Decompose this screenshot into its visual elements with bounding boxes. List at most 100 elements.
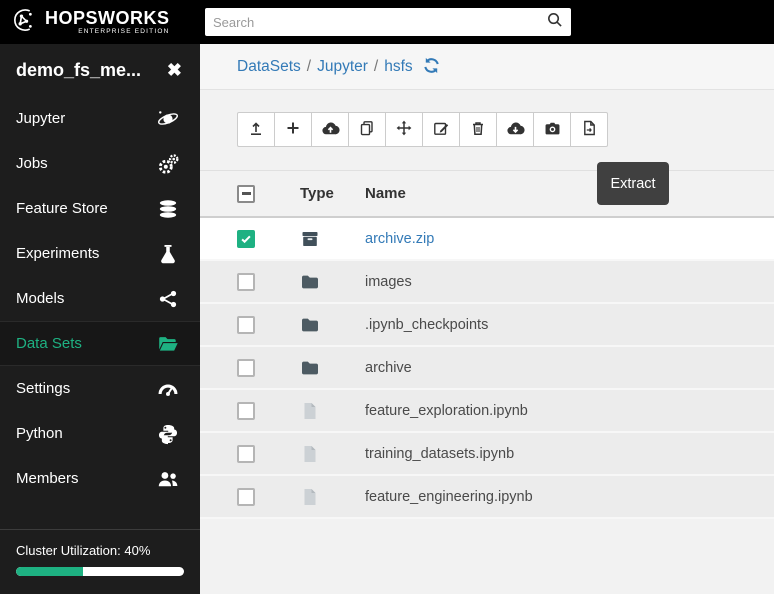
breadcrumb-separator: / xyxy=(307,58,311,76)
cluster-utilization: Cluster Utilization: 40% xyxy=(0,529,200,594)
row-checkbox[interactable] xyxy=(237,273,255,291)
breadcrumb-separator: / xyxy=(374,58,378,76)
file-name-link[interactable]: archive.zip xyxy=(365,231,434,247)
sidebar-item-label: Data Sets xyxy=(16,335,82,352)
jupyter-icon xyxy=(156,107,180,131)
refresh-icon xyxy=(422,56,441,78)
file-toolbar xyxy=(237,112,607,147)
row-checkbox[interactable] xyxy=(237,445,255,463)
edit-button[interactable] xyxy=(422,112,460,147)
file-name[interactable]: feature_exploration.ipynb xyxy=(365,403,528,419)
folder-icon xyxy=(300,358,365,378)
gauge-icon xyxy=(156,377,180,401)
create-new-button[interactable] xyxy=(274,112,312,147)
convert-file-button[interactable] xyxy=(570,112,608,147)
delete-button[interactable] xyxy=(459,112,497,147)
table-header: Type Name xyxy=(200,170,774,218)
convert-file-icon xyxy=(580,119,598,140)
search-input[interactable] xyxy=(213,15,546,30)
sidebar-item-label: Feature Store xyxy=(16,200,108,217)
move-icon xyxy=(395,119,413,140)
cloud-download-button[interactable] xyxy=(496,112,534,147)
file-name[interactable]: .ipynb_checkpoints xyxy=(365,317,488,333)
refresh-button[interactable] xyxy=(422,57,442,77)
folder-icon xyxy=(300,315,365,335)
people-icon xyxy=(156,467,180,491)
folder-icon xyxy=(300,272,365,292)
close-project-icon[interactable]: ✖ xyxy=(167,60,182,81)
sidebar-item-label: Models xyxy=(16,290,64,307)
sidebar-item-experiments[interactable]: Experiments xyxy=(0,231,200,276)
file-icon xyxy=(300,401,365,421)
copy-button[interactable] xyxy=(348,112,386,147)
gears-icon xyxy=(156,152,180,176)
upload-button[interactable] xyxy=(237,112,275,147)
breadcrumb-jupyter[interactable]: Jupyter xyxy=(317,58,368,76)
table-row[interactable]: training_datasets.ipynb xyxy=(200,433,774,476)
sidebar-item-label: Python xyxy=(16,425,63,442)
sidebar-item-settings[interactable]: Settings xyxy=(0,366,200,411)
row-checkbox[interactable] xyxy=(237,359,255,377)
brain-logo-icon xyxy=(10,6,38,39)
row-checkbox[interactable] xyxy=(237,488,255,506)
table-row[interactable]: archive xyxy=(200,347,774,390)
row-checkbox[interactable] xyxy=(237,316,255,334)
global-search[interactable] xyxy=(205,8,571,36)
file-icon xyxy=(300,444,365,464)
file-name[interactable]: archive xyxy=(365,360,412,376)
file-name[interactable]: feature_engineering.ipynb xyxy=(365,489,533,505)
sidebar-item-python[interactable]: Python xyxy=(0,411,200,456)
sidebar-item-models[interactable]: Models xyxy=(0,276,200,321)
cloud-upload-button[interactable] xyxy=(311,112,349,147)
database-icon xyxy=(156,197,180,221)
extract-tooltip: Extract xyxy=(597,162,669,205)
snapshot-button[interactable] xyxy=(533,112,571,147)
file-icon xyxy=(300,487,365,507)
copy-icon xyxy=(358,119,376,140)
table-row[interactable]: archive.zip xyxy=(200,218,774,261)
breadcrumb-datasets[interactable]: DataSets xyxy=(237,58,301,76)
search-icon[interactable] xyxy=(546,11,563,33)
project-header: demo_fs_me... ✖ xyxy=(0,44,200,96)
table-row[interactable]: images xyxy=(200,261,774,304)
sidebar-item-label: Jupyter xyxy=(16,110,65,127)
column-header-name: Name xyxy=(365,185,774,202)
open-folder-icon xyxy=(156,332,180,356)
file-name[interactable]: training_datasets.ipynb xyxy=(365,446,514,462)
plus-icon xyxy=(284,119,302,140)
camera-icon xyxy=(543,119,562,141)
table-row[interactable]: feature_engineering.ipynb xyxy=(200,476,774,519)
sidebar-item-label: Members xyxy=(16,470,79,487)
sidebar: demo_fs_me... ✖ Jupyter Jobs Feature Sto… xyxy=(0,44,200,594)
top-bar: HOPSWORKS ENTERPRISE EDITION xyxy=(0,0,774,44)
move-button[interactable] xyxy=(385,112,423,147)
main-content: DataSets / Jupyter / hsfs xyxy=(200,44,774,594)
sidebar-item-jupyter[interactable]: Jupyter xyxy=(0,96,200,141)
table-row[interactable]: .ipynb_checkpoints xyxy=(200,304,774,347)
trash-icon xyxy=(469,119,487,140)
row-checkbox[interactable] xyxy=(237,402,255,420)
cluster-utilization-label: Cluster Utilization: 40% xyxy=(16,543,184,558)
file-name[interactable]: images xyxy=(365,274,412,290)
cloud-upload-icon xyxy=(321,119,340,141)
column-header-type: Type xyxy=(300,185,365,202)
sidebar-item-members[interactable]: Members xyxy=(0,456,200,501)
python-icon xyxy=(156,422,180,446)
cluster-progress-track xyxy=(16,567,184,576)
sidebar-item-data-sets[interactable]: Data Sets xyxy=(0,321,200,366)
select-all-checkbox[interactable] xyxy=(237,185,255,203)
table-row[interactable]: feature_exploration.ipynb xyxy=(200,390,774,433)
breadcrumb: DataSets / Jupyter / hsfs xyxy=(200,44,774,90)
cluster-progress-fill xyxy=(16,567,83,576)
sidebar-item-jobs[interactable]: Jobs xyxy=(0,141,200,186)
sidebar-item-label: Experiments xyxy=(16,245,99,262)
sidebar-item-label: Settings xyxy=(16,380,70,397)
hopsworks-logo[interactable]: HOPSWORKS ENTERPRISE EDITION xyxy=(0,6,200,39)
sidebar-item-label: Jobs xyxy=(16,155,48,172)
edit-icon xyxy=(432,119,450,140)
cloud-download-icon xyxy=(506,119,525,141)
flask-icon xyxy=(156,242,180,266)
breadcrumb-hsfs[interactable]: hsfs xyxy=(384,58,412,76)
row-checkbox[interactable] xyxy=(237,230,255,248)
sidebar-item-feature-store[interactable]: Feature Store xyxy=(0,186,200,231)
